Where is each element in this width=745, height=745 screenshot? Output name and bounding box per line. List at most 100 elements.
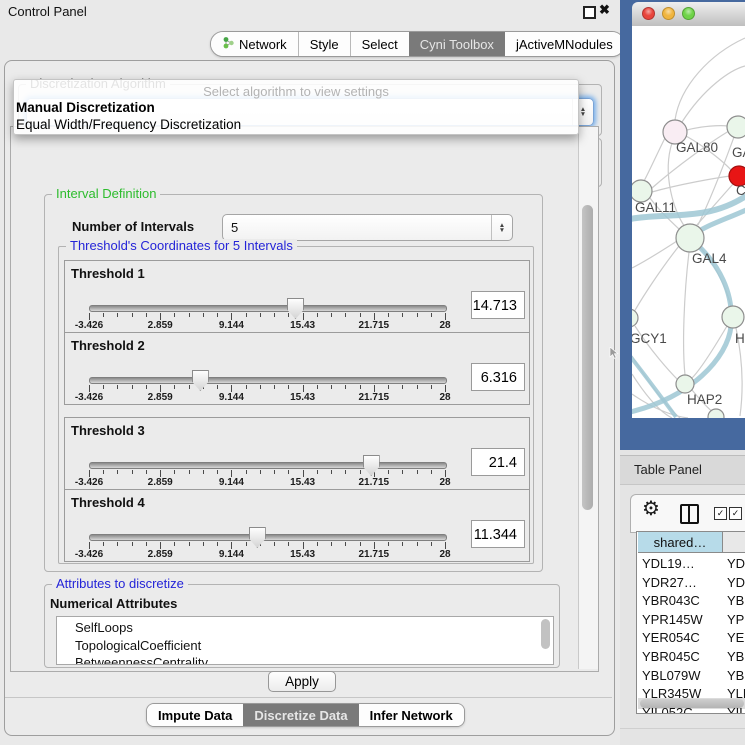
spinner-stepper-icon[interactable]: ▲▼ bbox=[491, 215, 512, 240]
slider-track[interactable] bbox=[89, 462, 447, 469]
slider-handle[interactable] bbox=[363, 455, 380, 476]
slider-tick bbox=[331, 542, 332, 546]
table-cell[interactable]: YPR145W bbox=[642, 612, 722, 627]
tab-network[interactable]: Network bbox=[211, 32, 298, 56]
table-cell[interactable]: YBR0 bbox=[727, 593, 745, 608]
threshold-value-field[interactable]: 14.713 bbox=[471, 291, 525, 319]
table-cell[interactable]: YDL19… bbox=[642, 556, 722, 571]
table-cell[interactable]: YBR043C bbox=[642, 593, 722, 608]
threshold-value-field[interactable]: 21.4 bbox=[471, 448, 525, 476]
tab-cyni-toolbox[interactable]: Cyni Toolbox bbox=[409, 32, 505, 56]
network-node-gcy1[interactable] bbox=[632, 309, 638, 327]
slider-track[interactable] bbox=[89, 377, 447, 384]
slider-tick bbox=[146, 385, 147, 389]
table-cell[interactable]: YBL0 bbox=[727, 668, 745, 683]
slider-tick bbox=[360, 313, 361, 317]
tick-label: 21.715 bbox=[359, 477, 390, 488]
slider-track[interactable] bbox=[89, 305, 447, 312]
node-label: HAP2 bbox=[687, 392, 722, 407]
slider-tick bbox=[132, 542, 133, 546]
slider-tick bbox=[103, 542, 104, 546]
column-header[interactable]: na bbox=[723, 532, 745, 553]
list-item[interactable]: SelfLoops bbox=[75, 620, 133, 635]
node-label: H bbox=[735, 331, 745, 346]
node-label: C bbox=[736, 183, 745, 198]
tab-infer-network[interactable]: Infer Network bbox=[359, 704, 464, 726]
slider-tick bbox=[317, 542, 318, 546]
network-canvas[interactable]: GAL80GACGAL11GAL4GCY1HHAP2 bbox=[632, 26, 745, 418]
threshold-label: Threshold 3 bbox=[71, 423, 145, 438]
table-cell[interactable]: YIL0 bbox=[727, 705, 745, 714]
list-scrollbar-thumb[interactable] bbox=[541, 619, 550, 649]
slider-tick bbox=[160, 542, 161, 549]
close-light[interactable] bbox=[642, 7, 655, 20]
slider-tick bbox=[317, 470, 318, 474]
slider-tick bbox=[203, 313, 204, 317]
list-item[interactable]: TopologicalCoefficient bbox=[75, 638, 201, 653]
slider-handle[interactable] bbox=[287, 298, 304, 319]
slider-tick bbox=[360, 470, 361, 474]
network-window-titlebar[interactable] bbox=[632, 2, 745, 27]
tab-select[interactable]: Select bbox=[350, 32, 409, 56]
popup-hint-text: Select algorithm to view settings bbox=[14, 84, 578, 99]
table-cell[interactable]: YBR045C bbox=[642, 649, 722, 664]
table-cell[interactable]: YDL1 bbox=[727, 556, 745, 571]
threshold-value-field[interactable]: 6.316 bbox=[471, 363, 525, 391]
gear-icon[interactable]: ⚙ bbox=[642, 496, 660, 521]
minimize-light[interactable] bbox=[662, 7, 675, 20]
table-cell[interactable]: YLR345W bbox=[642, 686, 722, 701]
table-cell[interactable]: YLR3 bbox=[727, 686, 745, 701]
network-icon bbox=[222, 36, 234, 52]
table-cell[interactable]: YDR27… bbox=[642, 575, 722, 590]
tick-label: 15.43 bbox=[290, 549, 315, 560]
network-node-h[interactable] bbox=[722, 306, 744, 328]
network-node-ga[interactable] bbox=[727, 116, 745, 138]
table-cell[interactable]: YPR1 bbox=[727, 612, 745, 627]
close-icon[interactable]: ✖ bbox=[599, 2, 610, 18]
column-header[interactable]: shared… bbox=[638, 532, 723, 553]
network-node-hap2[interactable] bbox=[676, 375, 694, 393]
table-cell[interactable]: YDR2 bbox=[727, 575, 745, 590]
apply-button[interactable]: Apply bbox=[268, 671, 336, 692]
network-node-gal4[interactable] bbox=[676, 224, 704, 252]
slider-track[interactable] bbox=[89, 534, 447, 541]
tab-discretize-data[interactable]: Discretize Data bbox=[243, 704, 358, 726]
table-cell[interactable]: YBR0 bbox=[727, 649, 745, 664]
table-cell[interactable]: YER054C bbox=[642, 630, 722, 645]
threshold-value-field[interactable]: 11.344 bbox=[471, 520, 525, 548]
slider-handle[interactable] bbox=[192, 370, 209, 391]
numerical-attributes-label: Numerical Attributes bbox=[50, 596, 177, 611]
table-cell[interactable]: YIL052C bbox=[642, 705, 722, 714]
table-cell[interactable]: YBL079W bbox=[642, 668, 722, 683]
tab-impute-data[interactable]: Impute Data bbox=[147, 704, 243, 726]
slider-tick bbox=[288, 313, 289, 317]
checkbox-checked-icon[interactable]: ✓ bbox=[729, 507, 742, 520]
threshold-label: Threshold 4 bbox=[71, 495, 145, 510]
node-table[interactable]: shared…naYDL19… YDL1 YDR27… YDR2 YBR043C YBR0… bbox=[636, 531, 745, 714]
popup-option-manual[interactable]: Manual Discretization bbox=[16, 100, 574, 115]
tab-jactivemnodules[interactable]: jActiveMNodules bbox=[505, 32, 624, 56]
checkbox-checked-icon[interactable]: ✓ bbox=[714, 507, 727, 520]
popup-option-equal-width[interactable]: Equal Width/Frequency Discretization bbox=[16, 117, 574, 132]
split-columns-icon[interactable] bbox=[680, 504, 699, 524]
vertical-scrollbar-thumb[interactable] bbox=[582, 205, 593, 510]
slider-tick bbox=[231, 385, 232, 392]
tab-style[interactable]: Style bbox=[298, 32, 350, 56]
tick-label: 15.43 bbox=[290, 320, 315, 331]
slider-tick bbox=[431, 542, 432, 546]
slider-tick bbox=[303, 313, 304, 320]
slider-tick bbox=[103, 385, 104, 389]
network-node-gal11[interactable] bbox=[632, 180, 652, 202]
slider-tick bbox=[174, 542, 175, 546]
node-label: GA bbox=[732, 145, 745, 160]
numerical-attributes-list[interactable]: SelfLoops TopologicalCoefficient Betweenne… bbox=[56, 616, 554, 665]
list-item[interactable]: BetweennessCentrality bbox=[75, 655, 208, 665]
zoom-light[interactable] bbox=[682, 7, 695, 20]
table-cell[interactable]: YER0 bbox=[727, 630, 745, 645]
slider-tick bbox=[288, 542, 289, 546]
float-window-icon[interactable] bbox=[583, 6, 596, 19]
node-label: GAL11 bbox=[635, 200, 676, 215]
slider-handle[interactable] bbox=[249, 527, 266, 548]
slider-tick bbox=[246, 470, 247, 474]
number-of-intervals-spinner[interactable]: 5 ▲▼ bbox=[222, 214, 513, 241]
